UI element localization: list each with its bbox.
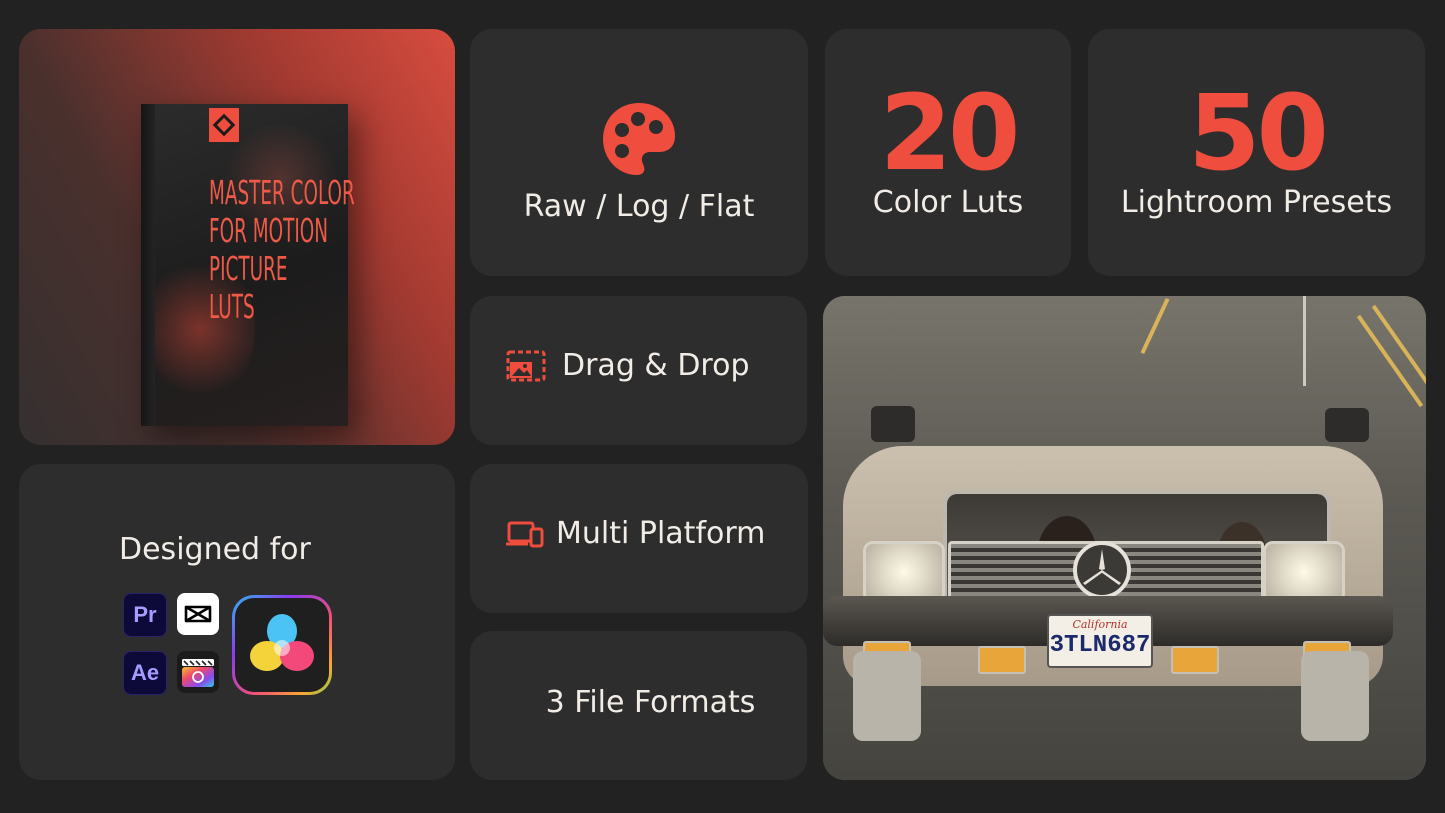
color-luts-count: 20 bbox=[879, 72, 1021, 194]
file-formats-label: 3 File Formats bbox=[545, 685, 756, 720]
drag-drop-icon bbox=[506, 350, 546, 381]
color-luts-label: Color Luts bbox=[872, 185, 1024, 220]
file-formats-card: 3 File Formats bbox=[470, 631, 807, 780]
product-box-image: MASTER COLOR FOR MOTION PICTURE LUTS bbox=[141, 104, 355, 426]
car-emblem bbox=[1073, 541, 1131, 599]
lightroom-presets-count: 50 bbox=[1188, 72, 1329, 194]
brand-logo-icon bbox=[209, 108, 239, 142]
raw-log-flat-card: Raw / Log / Flat bbox=[470, 29, 808, 276]
davinci-resolve-icon bbox=[232, 595, 332, 695]
multi-platform-card: Multi Platform bbox=[470, 464, 808, 613]
capcut-icon bbox=[177, 593, 219, 635]
palette-icon bbox=[603, 103, 675, 175]
after-effects-icon: Ae bbox=[123, 651, 167, 695]
lightroom-presets-card: 50 Lightroom Presets bbox=[1088, 29, 1425, 276]
color-luts-card: 20 Color Luts bbox=[825, 29, 1071, 276]
raw-log-flat-label: Raw / Log / Flat bbox=[523, 189, 755, 224]
multi-platform-label: Multi Platform bbox=[556, 516, 766, 551]
car-photo: California 3TLN687 bbox=[823, 296, 1426, 780]
premiere-pro-icon: Pr bbox=[123, 593, 167, 637]
product-box-title: MASTER COLOR FOR MOTION PICTURE LUTS bbox=[209, 173, 355, 326]
designed-for-label: Designed for bbox=[119, 532, 311, 567]
devices-icon bbox=[506, 521, 544, 547]
license-plate: California 3TLN687 bbox=[1047, 614, 1153, 668]
lightroom-presets-label: Lightroom Presets bbox=[1120, 185, 1393, 220]
product-box-card: MASTER COLOR FOR MOTION PICTURE LUTS bbox=[19, 29, 455, 445]
final-cut-pro-icon bbox=[177, 651, 219, 693]
designed-for-card: Designed for Pr Ae bbox=[19, 464, 455, 780]
drag-drop-label: Drag & Drop bbox=[562, 348, 750, 383]
drag-drop-card: Drag & Drop bbox=[470, 296, 807, 445]
